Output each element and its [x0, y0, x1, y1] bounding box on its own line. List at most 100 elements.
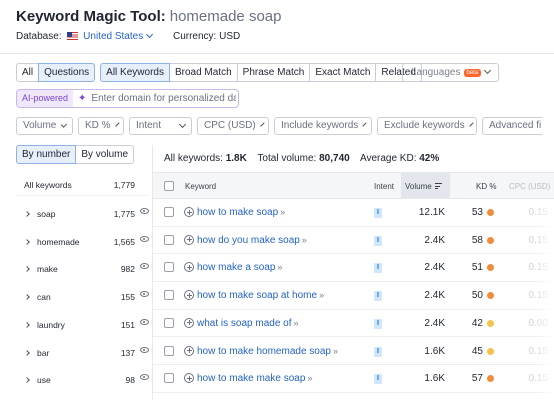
group-label[interactable]: can: [37, 292, 51, 302]
chevron-down-icon[interactable]: [114, 122, 120, 127]
col-kd[interactable]: KD %: [476, 182, 496, 191]
chevron-down-icon[interactable]: [468, 122, 474, 127]
chevron-right-icon[interactable]: [24, 321, 30, 328]
sidebar-group-homemade[interactable]: homemade 1,565: [16, 232, 149, 259]
double-chevron-right-icon[interactable]: »: [307, 373, 312, 383]
filter-exclude-label[interactable]: Exclude keywords: [384, 118, 465, 134]
keyword-text[interactable]: what is soap made of: [197, 318, 292, 329]
sidebar-group-soap[interactable]: soap 1,775: [16, 204, 149, 231]
select-all-checkbox[interactable]: [164, 181, 174, 191]
filter-intent-label[interactable]: Intent: [136, 118, 161, 134]
row-checkbox[interactable]: [164, 345, 174, 356]
chevron-right-icon[interactable]: [24, 377, 30, 384]
keyword-link[interactable]: how do you make soap»: [197, 235, 307, 246]
keyword-text[interactable]: how to make make soap: [197, 373, 305, 384]
by-number-button[interactable]: By number: [16, 145, 77, 164]
keyword-link[interactable]: how to make homemade soap»: [197, 346, 338, 357]
keyword-text[interactable]: how do you make soap: [197, 235, 300, 246]
sidebar-group-make[interactable]: make 982: [16, 259, 149, 286]
add-to-list-icon[interactable]: [184, 207, 194, 217]
double-chevron-right-icon[interactable]: »: [294, 318, 299, 328]
tab-questions[interactable]: Questions: [38, 63, 96, 82]
eye-icon[interactable]: [140, 235, 149, 242]
add-to-list-icon[interactable]: [184, 373, 194, 384]
filter-advanced-label[interactable]: Advanced fi: [489, 118, 541, 134]
row-checkbox[interactable]: [164, 317, 174, 328]
row-checkbox[interactable]: [164, 262, 174, 273]
domain-input[interactable]: [86, 90, 237, 107]
tab-broad-match[interactable]: Broad Match: [168, 63, 238, 82]
filter-volume-label[interactable]: Volume: [23, 118, 56, 134]
chevron-right-icon[interactable]: [24, 294, 30, 300]
chevron-down-icon[interactable]: [260, 122, 265, 127]
eye-icon[interactable]: [140, 208, 149, 214]
add-to-list-icon[interactable]: [184, 234, 194, 245]
languages-label[interactable]: Languages: [411, 67, 461, 78]
sidebar-group-laundry[interactable]: laundry 151: [16, 315, 149, 342]
eye-icon[interactable]: [140, 374, 149, 381]
filter-cpc-label[interactable]: CPC (USD): [204, 118, 256, 134]
double-chevron-right-icon[interactable]: »: [280, 207, 285, 217]
double-chevron-right-icon[interactable]: »: [319, 290, 324, 300]
add-to-list-icon[interactable]: [184, 262, 194, 273]
double-chevron-right-icon[interactable]: »: [277, 262, 282, 272]
chevron-right-icon[interactable]: [24, 266, 30, 273]
filter-advanced[interactable]: Advanced fi: [482, 117, 542, 135]
double-chevron-right-icon[interactable]: »: [302, 235, 307, 245]
chevron-down-icon[interactable]: [146, 30, 154, 39]
keyword-link[interactable]: what is soap made of»: [197, 318, 299, 329]
all-keywords-label[interactable]: All keywords: [24, 180, 72, 190]
languages-dropdown[interactable]: Languages beta: [402, 63, 500, 82]
database-value[interactable]: United States: [83, 31, 143, 42]
add-to-list-icon[interactable]: [184, 290, 194, 301]
row-checkbox[interactable]: [164, 373, 174, 384]
keyword-text[interactable]: how make a soap: [197, 262, 275, 273]
group-label[interactable]: soap: [37, 209, 55, 219]
all-keywords-group[interactable]: All keywords 1,779: [24, 180, 149, 190]
chevron-down-icon[interactable]: [484, 66, 492, 75]
chevron-down-icon[interactable]: [178, 120, 187, 129]
keyword-link[interactable]: how to make soap at home»: [197, 290, 324, 301]
row-checkbox[interactable]: [164, 234, 174, 245]
group-label[interactable]: bar: [37, 348, 49, 358]
filter-kd[interactable]: KD %: [78, 117, 124, 135]
eye-icon[interactable]: [140, 346, 149, 353]
group-label[interactable]: make: [37, 264, 58, 274]
group-label[interactable]: laundry: [37, 320, 65, 330]
sidebar-group-bar[interactable]: bar 137: [16, 343, 149, 370]
database-selector[interactable]: United States: [83, 30, 154, 42]
tab-exact-match[interactable]: Exact Match: [309, 63, 377, 82]
col-cpc[interactable]: CPC (USD): [509, 182, 550, 191]
filter-cpc[interactable]: CPC (USD): [197, 117, 269, 135]
row-checkbox[interactable]: [164, 207, 174, 217]
filter-exclude-keywords[interactable]: Exclude keywords: [377, 117, 477, 135]
chevron-down-icon[interactable]: [61, 121, 68, 128]
double-chevron-right-icon[interactable]: »: [333, 346, 338, 356]
chevron-down-icon[interactable]: [362, 122, 367, 127]
chevron-right-icon[interactable]: [24, 211, 30, 217]
sidebar-group-can[interactable]: can 155: [16, 287, 149, 314]
filter-include-label[interactable]: Include keywords: [281, 118, 358, 134]
eye-icon[interactable]: [140, 263, 149, 270]
add-to-list-icon[interactable]: [184, 317, 194, 328]
keyword-link[interactable]: how make a soap»: [197, 262, 282, 273]
group-label[interactable]: homemade: [37, 237, 80, 247]
tab-all[interactable]: All: [16, 63, 40, 82]
col-keyword[interactable]: Keyword: [185, 182, 216, 191]
chevron-right-icon[interactable]: [24, 349, 30, 356]
eye-icon[interactable]: [140, 318, 149, 325]
keyword-text[interactable]: how to make soap at home: [197, 290, 317, 301]
tab-phrase-match[interactable]: Phrase Match: [236, 63, 311, 82]
add-to-list-icon[interactable]: [184, 345, 194, 356]
tab-all-keywords[interactable]: All Keywords: [100, 63, 170, 82]
row-checkbox[interactable]: [164, 290, 174, 301]
keyword-text[interactable]: how to make soap: [197, 207, 278, 218]
col-intent[interactable]: Intent: [374, 182, 394, 191]
sidebar-group-use[interactable]: use 98: [16, 370, 149, 397]
filter-include-keywords[interactable]: Include keywords: [274, 117, 372, 135]
col-volume-label[interactable]: Volume: [405, 182, 432, 191]
filter-kd-label[interactable]: KD %: [85, 118, 111, 134]
keyword-link[interactable]: how to make soap»: [197, 207, 285, 218]
by-volume-button[interactable]: By volume: [75, 145, 135, 164]
keyword-link[interactable]: how to make make soap»: [197, 373, 312, 384]
